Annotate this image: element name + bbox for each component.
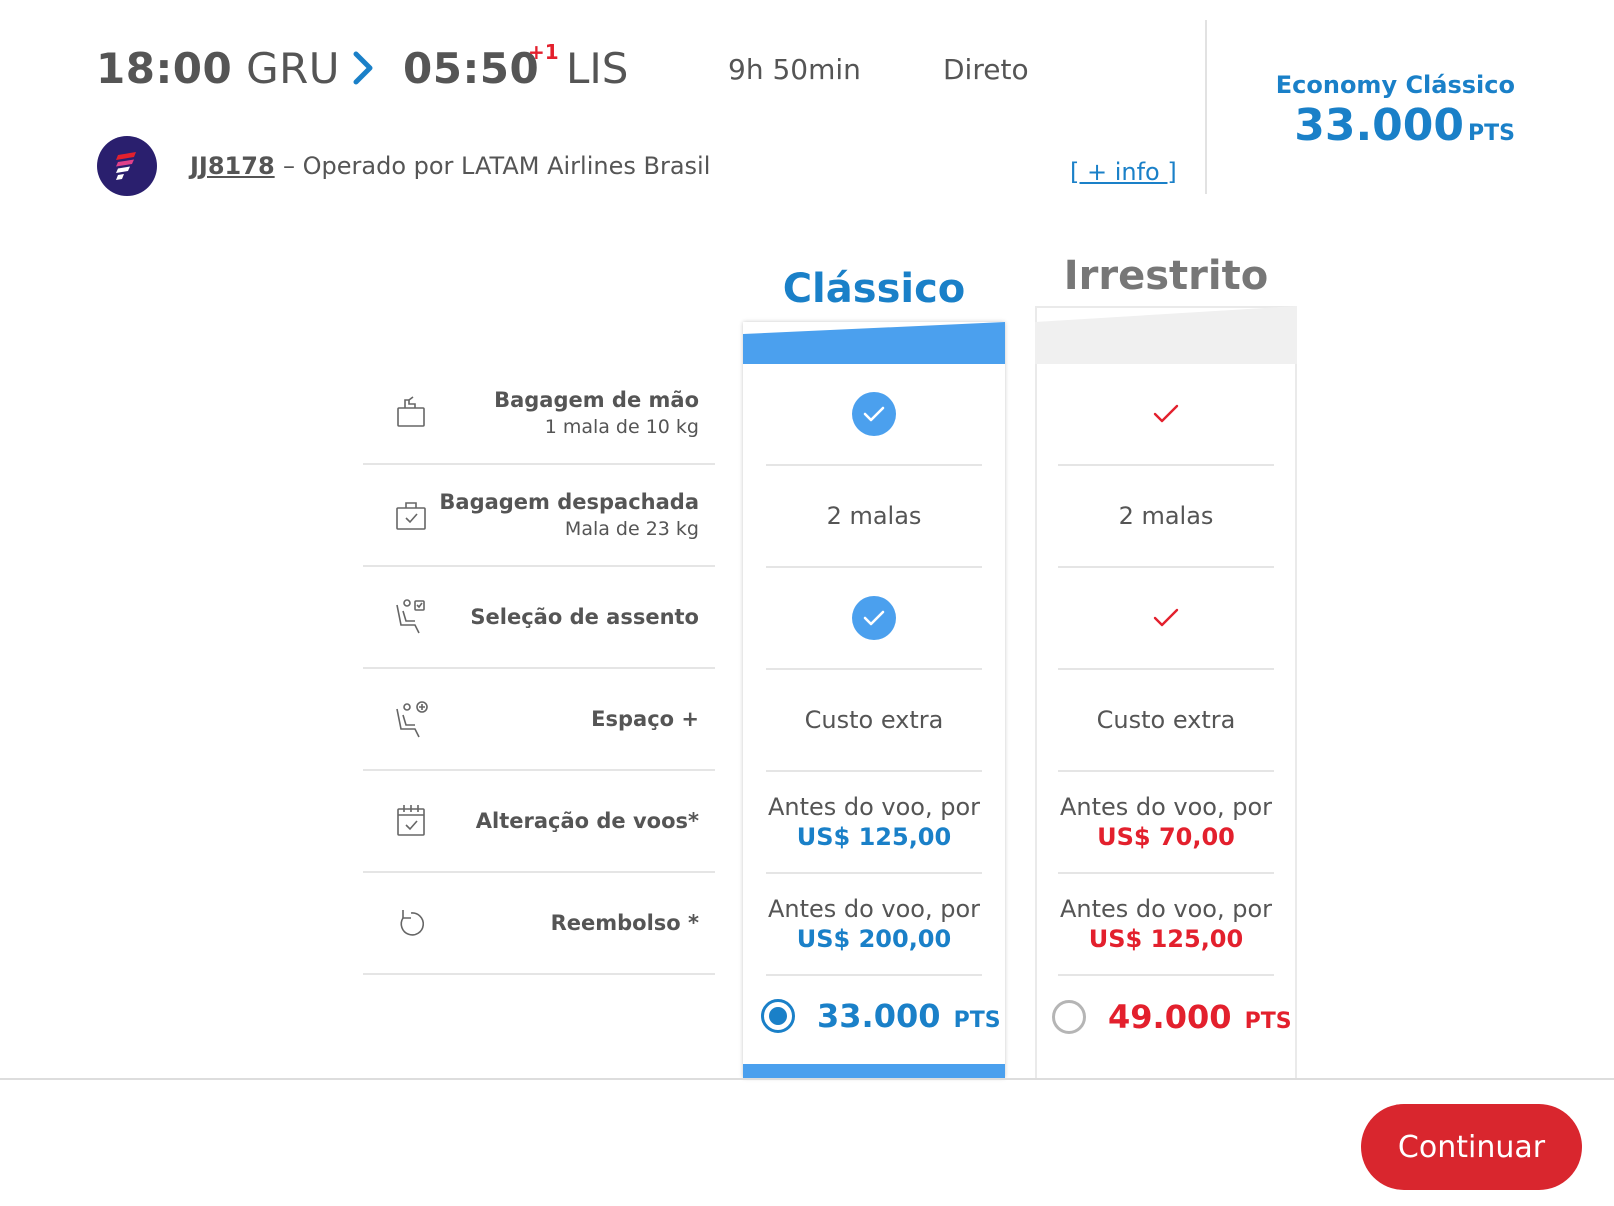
fare-cell-extra-space: Custo extra [766,670,982,772]
flight-duration: 9h 50min [728,53,861,86]
fare-price-value: 33.000 [817,997,941,1035]
fare-cell-checked-bag: 2 malas [766,466,982,568]
flight-number-link[interactable]: JJ8178 [190,152,275,180]
fare-footer-bar [743,1064,1005,1078]
feature-title: Bagagem despachada [439,490,699,514]
feature-title: Alteração de voos* [475,809,699,833]
feature-row-flight-change: Alteração de voos* [363,771,715,873]
feature-row-checked-bag: Bagagem despachada Mala de 23 kg [363,465,715,567]
selected-cabin-price: 33.000 PTS [1294,100,1515,151]
fare-header-bar [743,322,1005,364]
refund-price: US$ 125,00 [1088,925,1244,953]
fare-price-unit: PTS [953,1008,1001,1033]
departure-airport: GRU [246,44,341,93]
fare-cell-carry-on [1058,364,1274,466]
checked-bag-value: 2 malas [1118,502,1214,530]
feature-subtitle: Mala de 23 kg [564,518,699,540]
check-icon [1153,404,1179,423]
fare-title-unrestricted: Irrestrito [1063,253,1269,299]
seat-selection-icon [396,599,425,634]
operated-by: – Operado por LATAM Airlines Brasil [283,152,711,180]
fare-cell-checked-bag: 2 malas [1058,466,1274,568]
feature-row-refund: Reembolso * [363,873,715,975]
checked-bag-value: 2 malas [826,502,922,530]
fare-price-value: 49.000 [1108,998,1232,1036]
extra-space-value: Custo extra [1096,706,1236,734]
refund-icon [400,910,425,936]
arrival-airport: LIS [566,44,629,93]
checked-bag-icon [396,502,426,530]
fare-cell-seat-selection [1058,568,1274,670]
header-divider [1205,20,1207,194]
calendar-check-icon [397,805,425,836]
departure-time: 18:00 [96,44,233,93]
departure: 18:00 GRU [96,44,340,93]
flight-stops: Direto [943,53,1029,86]
feature-title: Bagagem de mão [494,388,699,412]
footer-divider [0,1078,1614,1080]
fare-select-classic[interactable]: 33.000 PTS [761,997,1001,1035]
feature-title: Seleção de assento [470,605,699,629]
continue-button[interactable]: Continuar [1361,1104,1582,1190]
change-price: US$ 70,00 [1097,823,1235,851]
check-circle-icon [852,392,896,436]
chevron-right-icon [353,51,373,85]
feature-row-seat-selection: Seleção de assento [363,567,715,669]
feature-subtitle: 1 mala de 10 kg [544,416,699,438]
fare-column-unrestricted[interactable]: 2 malas Custo extra Antes do voo, por US… [1035,306,1297,1078]
fare-price-unit: PTS [1244,1009,1292,1034]
change-price: US$ 125,00 [796,823,952,851]
selected-price-value: 33.000 [1294,100,1465,151]
arrival: 05:50 [403,44,539,93]
fare-cell-flight-change: Antes do voo, por US$ 70,00 [1058,772,1274,874]
airline-logo [97,136,157,196]
refund-price: US$ 200,00 [796,925,952,953]
change-text: Antes do voo, por [1059,793,1273,821]
radio-button-unselected[interactable] [1052,1000,1086,1034]
fare-select-unrestricted[interactable]: 49.000 PTS [1052,998,1292,1036]
fare-column-classic[interactable]: 2 malas Custo extra Antes do voo, por US… [743,322,1005,1078]
more-info-link[interactable]: [ + info ] [1070,158,1177,186]
fare-price: 49.000 PTS [1108,998,1292,1036]
fare-price: 33.000 PTS [817,997,1001,1035]
fare-title-classic: Clássico [782,266,966,312]
check-icon [1153,608,1179,627]
fare-cell-carry-on [766,364,982,466]
refund-text: Antes do voo, por [767,895,981,923]
arrival-day-offset: +1 [528,40,559,64]
refund-text: Antes do voo, por [1059,895,1273,923]
extra-space-value: Custo extra [804,706,944,734]
fare-cell-flight-change: Antes do voo, por US$ 125,00 [766,772,982,874]
feature-title: Espaço + [591,707,699,731]
latam-logo-icon [116,152,136,180]
arrival-time: 05:50 [403,44,540,93]
seat-plus-icon [396,701,428,738]
fare-cell-refund: Antes do voo, por US$ 200,00 [766,874,982,976]
selected-cabin-name: Economy Clássico [1275,71,1515,99]
feature-row-extra-space: Espaço + [363,669,715,771]
selected-price-unit: PTS [1468,121,1515,146]
change-text: Antes do voo, por [767,793,981,821]
radio-button-selected[interactable] [761,999,795,1033]
carry-on-bag-icon [397,396,425,427]
fare-cell-seat-selection [766,568,982,670]
check-circle-icon [852,596,896,640]
fare-cell-extra-space: Custo extra [1058,670,1274,772]
feature-title: Reembolso * [550,911,699,935]
fare-cell-refund: Antes do voo, por US$ 125,00 [1058,874,1274,976]
fare-header-bar [1035,306,1297,364]
feature-row-carry-on: Bagagem de mão 1 mala de 10 kg [363,363,715,465]
